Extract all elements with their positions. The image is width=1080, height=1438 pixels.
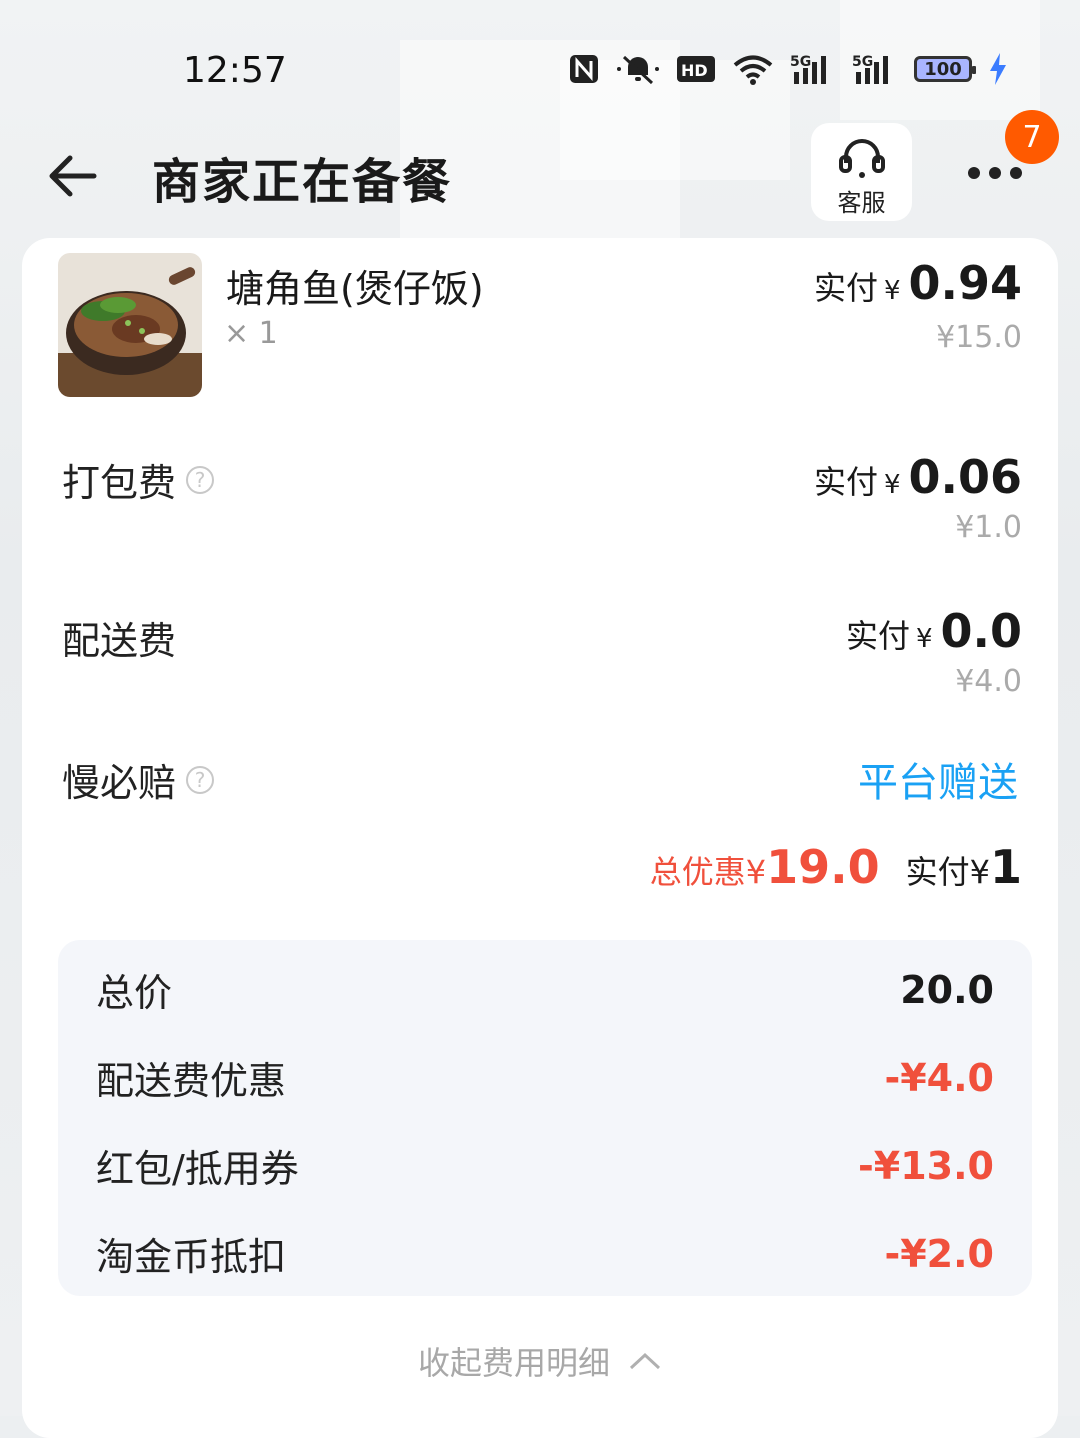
detail-value: -¥2.0 <box>884 1231 994 1276</box>
detail-row: 总价 20.0 <box>96 962 994 1017</box>
detail-value: 20.0 <box>900 967 994 1012</box>
chevron-up-icon <box>629 1352 661 1370</box>
detail-row: 淘金币抵扣 -¥2.0 <box>96 1226 994 1281</box>
detail-label: 淘金币抵扣 <box>96 1235 287 1279</box>
delivery-fee-original: ¥4.0 <box>955 664 1022 699</box>
status-time: 12:57 <box>183 50 287 91</box>
detail-label: 红包/抵用券 <box>96 1147 299 1191</box>
nfc-icon <box>570 55 598 83</box>
collapse-fee-detail-button[interactable]: 收起费用明细 <box>22 1338 1058 1384</box>
charging-icon <box>990 53 1006 85</box>
back-arrow-icon[interactable] <box>42 146 102 206</box>
paid-label: 实付 <box>845 617 910 655</box>
paid-label: 实付 <box>813 269 878 307</box>
svg-text:HD: HD <box>681 61 708 80</box>
detail-value: -¥4.0 <box>884 1055 994 1100</box>
detail-value: -¥13.0 <box>858 1143 994 1188</box>
total-paid-value: 1 <box>989 840 1022 894</box>
order-fee-card: 塘角鱼(煲仔饭) × 1 实付 ¥ 0.94 ¥15.0 打包费 ? 实付 ¥ … <box>22 238 1058 1438</box>
platform-gift-text: 平台赠送 <box>858 760 1018 806</box>
packing-fee-text: 打包费 <box>62 461 177 505</box>
collapse-label: 收起费用明细 <box>417 1344 610 1382</box>
item-paid: 实付 ¥ 0.94 <box>814 256 1022 310</box>
wifi-icon <box>733 55 773 85</box>
customer-service-label: 客服 <box>837 189 886 217</box>
customer-service-button[interactable]: 客服 <box>811 123 912 221</box>
page-title: 商家正在备餐 <box>152 154 453 210</box>
svg-text:5G: 5G <box>852 54 873 70</box>
status-bar: 12:57 HD 5G 5G 100 <box>0 0 1080 120</box>
discount-label: 总优惠¥ <box>649 853 767 891</box>
delivery-fee-label: 配送费 <box>62 610 176 665</box>
delivery-fee-paid: 实付 ¥ 0.0 <box>846 604 1022 658</box>
detail-label: 总价 <box>96 971 173 1015</box>
mute-bell-icon <box>617 55 659 85</box>
paid-label: 实付 <box>813 463 878 501</box>
hd-icon: HD <box>677 56 715 82</box>
paid-currency: ¥ <box>883 470 901 500</box>
packing-fee-paid: 实付 ¥ 0.06 <box>814 450 1022 504</box>
packing-fee-original: ¥1.0 <box>955 510 1022 545</box>
paid-currency: ¥ <box>915 624 933 654</box>
notification-badge: 7 <box>1005 110 1059 164</box>
signal-5g-icon: 5G <box>790 54 826 84</box>
svg-text:5G: 5G <box>790 54 811 70</box>
paid-value: 0.94 <box>908 256 1023 310</box>
total-paid-label: 实付¥ <box>905 853 990 891</box>
slow-compensation-text: 慢必赔 <box>62 761 177 805</box>
battery-icon: 100 <box>914 56 976 82</box>
battery-level: 100 <box>924 58 962 80</box>
order-summary: 总优惠¥ 19.0 实付¥ 1 <box>650 840 1022 894</box>
headset-icon <box>838 139 885 178</box>
help-icon[interactable]: ? <box>186 765 215 794</box>
item-thumbnail <box>58 253 202 397</box>
item-original-price: ¥15.0 <box>936 320 1022 355</box>
help-icon[interactable]: ? <box>186 465 215 494</box>
paid-currency: ¥ <box>883 276 901 306</box>
signal-5g-icon-2: 5G <box>852 54 888 84</box>
detail-row: 配送费优惠 -¥4.0 <box>96 1050 994 1105</box>
item-name: 塘角鱼(煲仔饭) <box>226 267 484 311</box>
discount-value: 19.0 <box>766 840 880 894</box>
slow-compensation-label: 慢必赔 ? <box>62 752 215 807</box>
packing-fee-label: 打包费 ? <box>62 452 215 507</box>
detail-label: 配送费优惠 <box>96 1059 287 1103</box>
delivery-fee-text: 配送费 <box>62 619 177 663</box>
detail-row: 红包/抵用券 -¥13.0 <box>96 1138 994 1193</box>
paid-value: 0.06 <box>908 450 1023 504</box>
item-quantity: × 1 <box>224 316 278 351</box>
fee-detail-panel: 总价 20.0 配送费优惠 -¥4.0 红包/抵用券 -¥13.0 淘金币抵扣 … <box>58 940 1032 1296</box>
paid-value: 0.0 <box>940 604 1023 658</box>
